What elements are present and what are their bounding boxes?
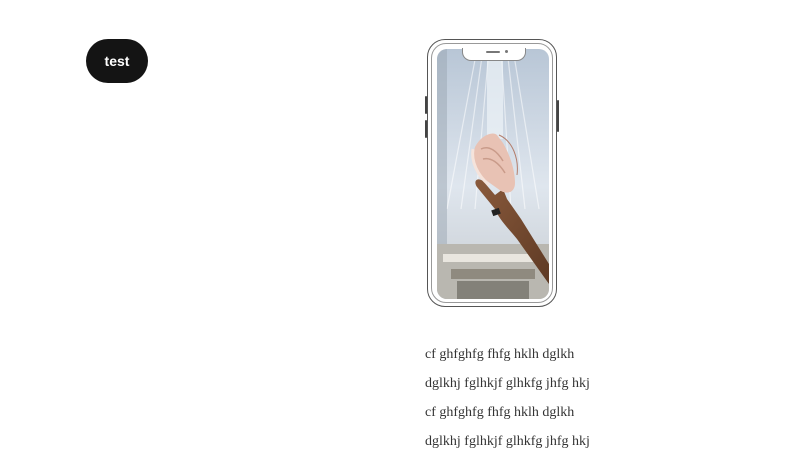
camera-icon bbox=[505, 50, 508, 53]
power-button bbox=[557, 100, 559, 132]
phone-mockup bbox=[425, 39, 559, 307]
caption-line: dglkhj fglhkjf glhkfg jhfg hkj bbox=[425, 376, 590, 391]
sneaker-photo bbox=[437, 49, 549, 299]
caption-line: dglkhj fglhkjf glhkfg jhfg hkj bbox=[425, 434, 590, 449]
speaker-icon bbox=[486, 51, 500, 53]
phone-notch bbox=[462, 48, 526, 61]
test-button[interactable]: test bbox=[86, 39, 148, 83]
caption-line: cf ghfghfg fhfg hklh dglkh bbox=[425, 405, 575, 420]
phone-screen-image bbox=[437, 49, 549, 299]
volume-up-button bbox=[425, 96, 427, 114]
caption-text: cf ghfghfg fhfg hklh dglkh dglkhj fglhkj… bbox=[425, 340, 590, 456]
volume-down-button bbox=[425, 120, 427, 138]
caption-line: cf ghfghfg fhfg hklh dglkh bbox=[425, 347, 575, 362]
